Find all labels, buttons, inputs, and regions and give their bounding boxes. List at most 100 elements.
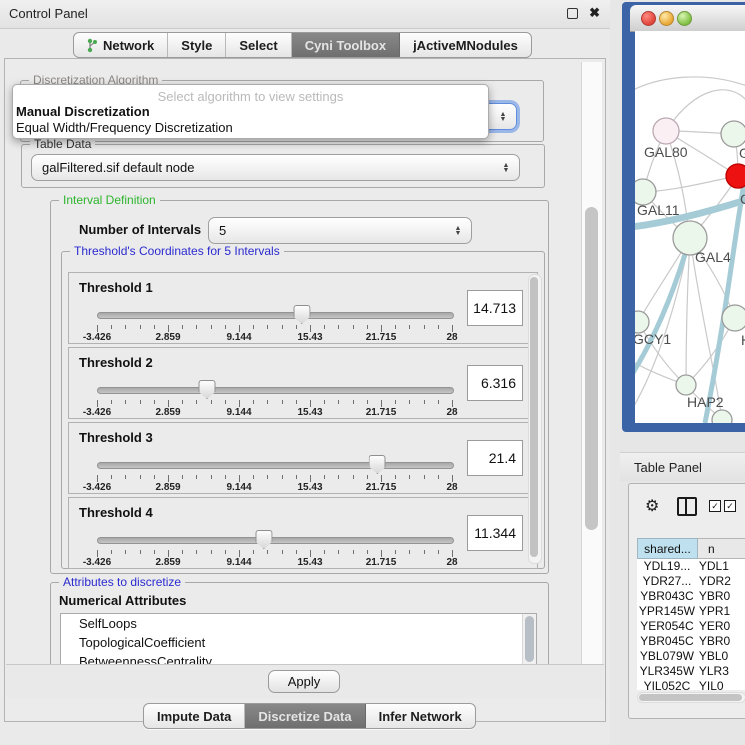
network-canvas[interactable]: GAL80 G C GAL11 GAL4 GCY1 H HAP2: [635, 31, 745, 423]
checkbox-icon[interactable]: ✓: [724, 500, 736, 512]
table-row[interactable]: YER054CYER0: [637, 619, 745, 634]
tab-network-label: Network: [103, 38, 154, 53]
slider-tick-labels: -3.4262.8599.14415.4321.71528: [97, 557, 452, 568]
node-gcy1[interactable]: [635, 311, 649, 333]
table-row[interactable]: YDL19...YDL1: [637, 559, 745, 574]
apply-button[interactable]: Apply: [268, 670, 340, 693]
main-scrollbar[interactable]: [581, 62, 602, 664]
table-row[interactable]: YBL079WYBL0: [637, 649, 745, 664]
apply-row: Apply: [6, 664, 604, 698]
slider-tick-labels: -3.4262.8599.14415.4321.71528: [97, 332, 452, 343]
tab-impute-data[interactable]: Impute Data: [144, 704, 245, 728]
cyni-toolbox-panel: Discretization Algorithm ▲▼ Table Data g…: [4, 58, 606, 722]
network-window-titlebar: [630, 5, 745, 32]
table-row[interactable]: YPR145WYPR1: [637, 604, 745, 619]
table-panel-titlebar: Table Panel: [620, 452, 745, 481]
interval-definition-title: Interval Definition: [59, 193, 160, 207]
split-columns-icon[interactable]: [677, 497, 697, 516]
node-label: GAL4: [695, 249, 731, 265]
threshold-2-slider[interactable]: -3.4262.8599.14415.4321.71528: [97, 378, 452, 414]
node-label: HAP2: [687, 394, 724, 410]
threshold-1-slider[interactable]: -3.4262.8599.14415.4321.71528: [97, 303, 452, 339]
threshold-4-value-field[interactable]: [467, 515, 523, 551]
app-root: Control Panel ✖ Network Style Select Cyn…: [0, 0, 745, 745]
dropdown-placeholder: Select algorithm to view settings: [13, 89, 488, 104]
slider-tick-labels: -3.4262.8599.14415.4321.71528: [97, 482, 452, 493]
table-data-combo[interactable]: galFiltered.sif default node ▲▼: [31, 154, 520, 181]
table-row[interactable]: YDR27...YDR2: [637, 574, 745, 589]
column-header-name[interactable]: n: [698, 538, 745, 559]
scrollbar-thumb[interactable]: [530, 277, 538, 557]
list-item[interactable]: SelfLoops: [61, 614, 536, 633]
dropdown-item-equal-width-frequency[interactable]: Equal Width/Frequency Discretization: [16, 120, 233, 135]
stepper-icon: ▲▼: [494, 112, 512, 122]
stepper-icon: ▲▼: [449, 226, 467, 236]
slider-ticks: [97, 323, 452, 332]
attributes-group: Attributes to discretize Numerical Attri…: [50, 582, 549, 664]
network-icon: [87, 38, 98, 53]
tab-jactivemnodules[interactable]: jActiveMNodules: [400, 33, 531, 57]
attributes-scrollbar[interactable]: [522, 614, 536, 664]
scrollbar-thumb[interactable]: [585, 207, 598, 530]
list-item[interactable]: BetweennessCentrality: [61, 652, 536, 664]
control-panel: Control Panel ✖ Network Style Select Cyn…: [0, 0, 610, 745]
bottom-tab-bar: Impute Data Discretize Data Infer Networ…: [143, 703, 476, 729]
thresholds-scrollbar[interactable]: [528, 274, 542, 564]
numerical-attributes-list[interactable]: SelfLoops TopologicalCoefficient Between…: [60, 613, 537, 664]
table-row[interactable]: YLR345WYLR3: [637, 664, 745, 679]
table-horizontal-scrollbar[interactable]: [637, 692, 745, 703]
slider-tick-labels: -3.4262.8599.14415.4321.71528: [97, 407, 452, 418]
threshold-1-value-field[interactable]: [467, 290, 523, 326]
tab-style[interactable]: Style: [168, 33, 226, 57]
column-header-shared-name[interactable]: shared...: [637, 538, 698, 559]
table-row[interactable]: YIL052CYIL0: [637, 679, 745, 690]
node-partial-g[interactable]: [721, 121, 745, 147]
minimize-traffic-light-icon[interactable]: [659, 11, 674, 26]
attributes-group-title: Attributes to discretize: [59, 575, 185, 589]
threshold-3-value-field[interactable]: [467, 440, 523, 476]
slider-thumb[interactable]: [369, 455, 386, 474]
scrollbar-thumb[interactable]: [639, 694, 742, 701]
tab-network[interactable]: Network: [74, 33, 168, 57]
stepper-icon: ▲▼: [497, 163, 515, 173]
tab-discretize-data[interactable]: Discretize Data: [245, 704, 365, 728]
dropdown-item-manual-discretization[interactable]: Manual Discretization: [16, 104, 150, 119]
scrollbar-thumb[interactable]: [525, 616, 534, 662]
tab-select[interactable]: Select: [226, 33, 291, 57]
node-label: GCY1: [635, 331, 671, 347]
zoom-traffic-light-icon[interactable]: [677, 11, 692, 26]
list-item[interactable]: TopologicalCoefficient: [61, 633, 536, 652]
slider-ticks: [97, 398, 452, 407]
node-hap2[interactable]: [676, 375, 696, 395]
settings-viewport: Discretization Algorithm ▲▼ Table Data g…: [8, 62, 578, 664]
gear-icon[interactable]: ⚙: [645, 496, 659, 516]
slider-thumb[interactable]: [255, 530, 272, 549]
table-row[interactable]: YBR045CYBR0: [637, 634, 745, 649]
num-intervals-label: Number of Intervals: [79, 222, 201, 237]
node-partial-bottom[interactable]: [712, 410, 732, 423]
node-partial-h[interactable]: [722, 305, 745, 331]
close-traffic-light-icon[interactable]: [641, 11, 656, 26]
checkbox-icon[interactable]: ✓: [709, 500, 721, 512]
tab-infer-network[interactable]: Infer Network: [366, 704, 475, 728]
num-intervals-combo[interactable]: 5 ▲▼: [208, 217, 472, 244]
threshold-2-value-field[interactable]: [467, 365, 523, 401]
node-label: H: [741, 332, 745, 348]
slider-thumb[interactable]: [293, 305, 310, 324]
table-header: shared... n: [637, 538, 745, 559]
interval-definition-group: Interval Definition Number of Intervals …: [50, 200, 549, 574]
node-gal80[interactable]: [653, 118, 679, 144]
float-window-icon[interactable]: [567, 8, 578, 19]
table-row[interactable]: YBR043CYBR0: [637, 589, 745, 604]
tab-cyni-toolbox[interactable]: Cyni Toolbox: [292, 33, 400, 57]
node-selected-red[interactable]: [726, 164, 745, 188]
slider-thumb[interactable]: [199, 380, 216, 399]
table-panel-body: ⚙ ✓ ✓ shared... n YDL19...YDL1 YDR27...Y…: [628, 483, 745, 719]
threshold-2-panel: Threshold 2 -3.4262.8599.14415.4321.7152…: [68, 347, 538, 419]
threshold-3-slider[interactable]: -3.4262.8599.14415.4321.71528: [97, 453, 452, 489]
threshold-4-slider[interactable]: -3.4262.8599.14415.4321.71528: [97, 528, 452, 564]
close-icon[interactable]: ✖: [589, 5, 600, 21]
table-data-group-title: Table Data: [30, 137, 95, 151]
table-data-group: Table Data galFiltered.sif default node …: [21, 144, 545, 188]
node-label: C: [740, 191, 745, 207]
